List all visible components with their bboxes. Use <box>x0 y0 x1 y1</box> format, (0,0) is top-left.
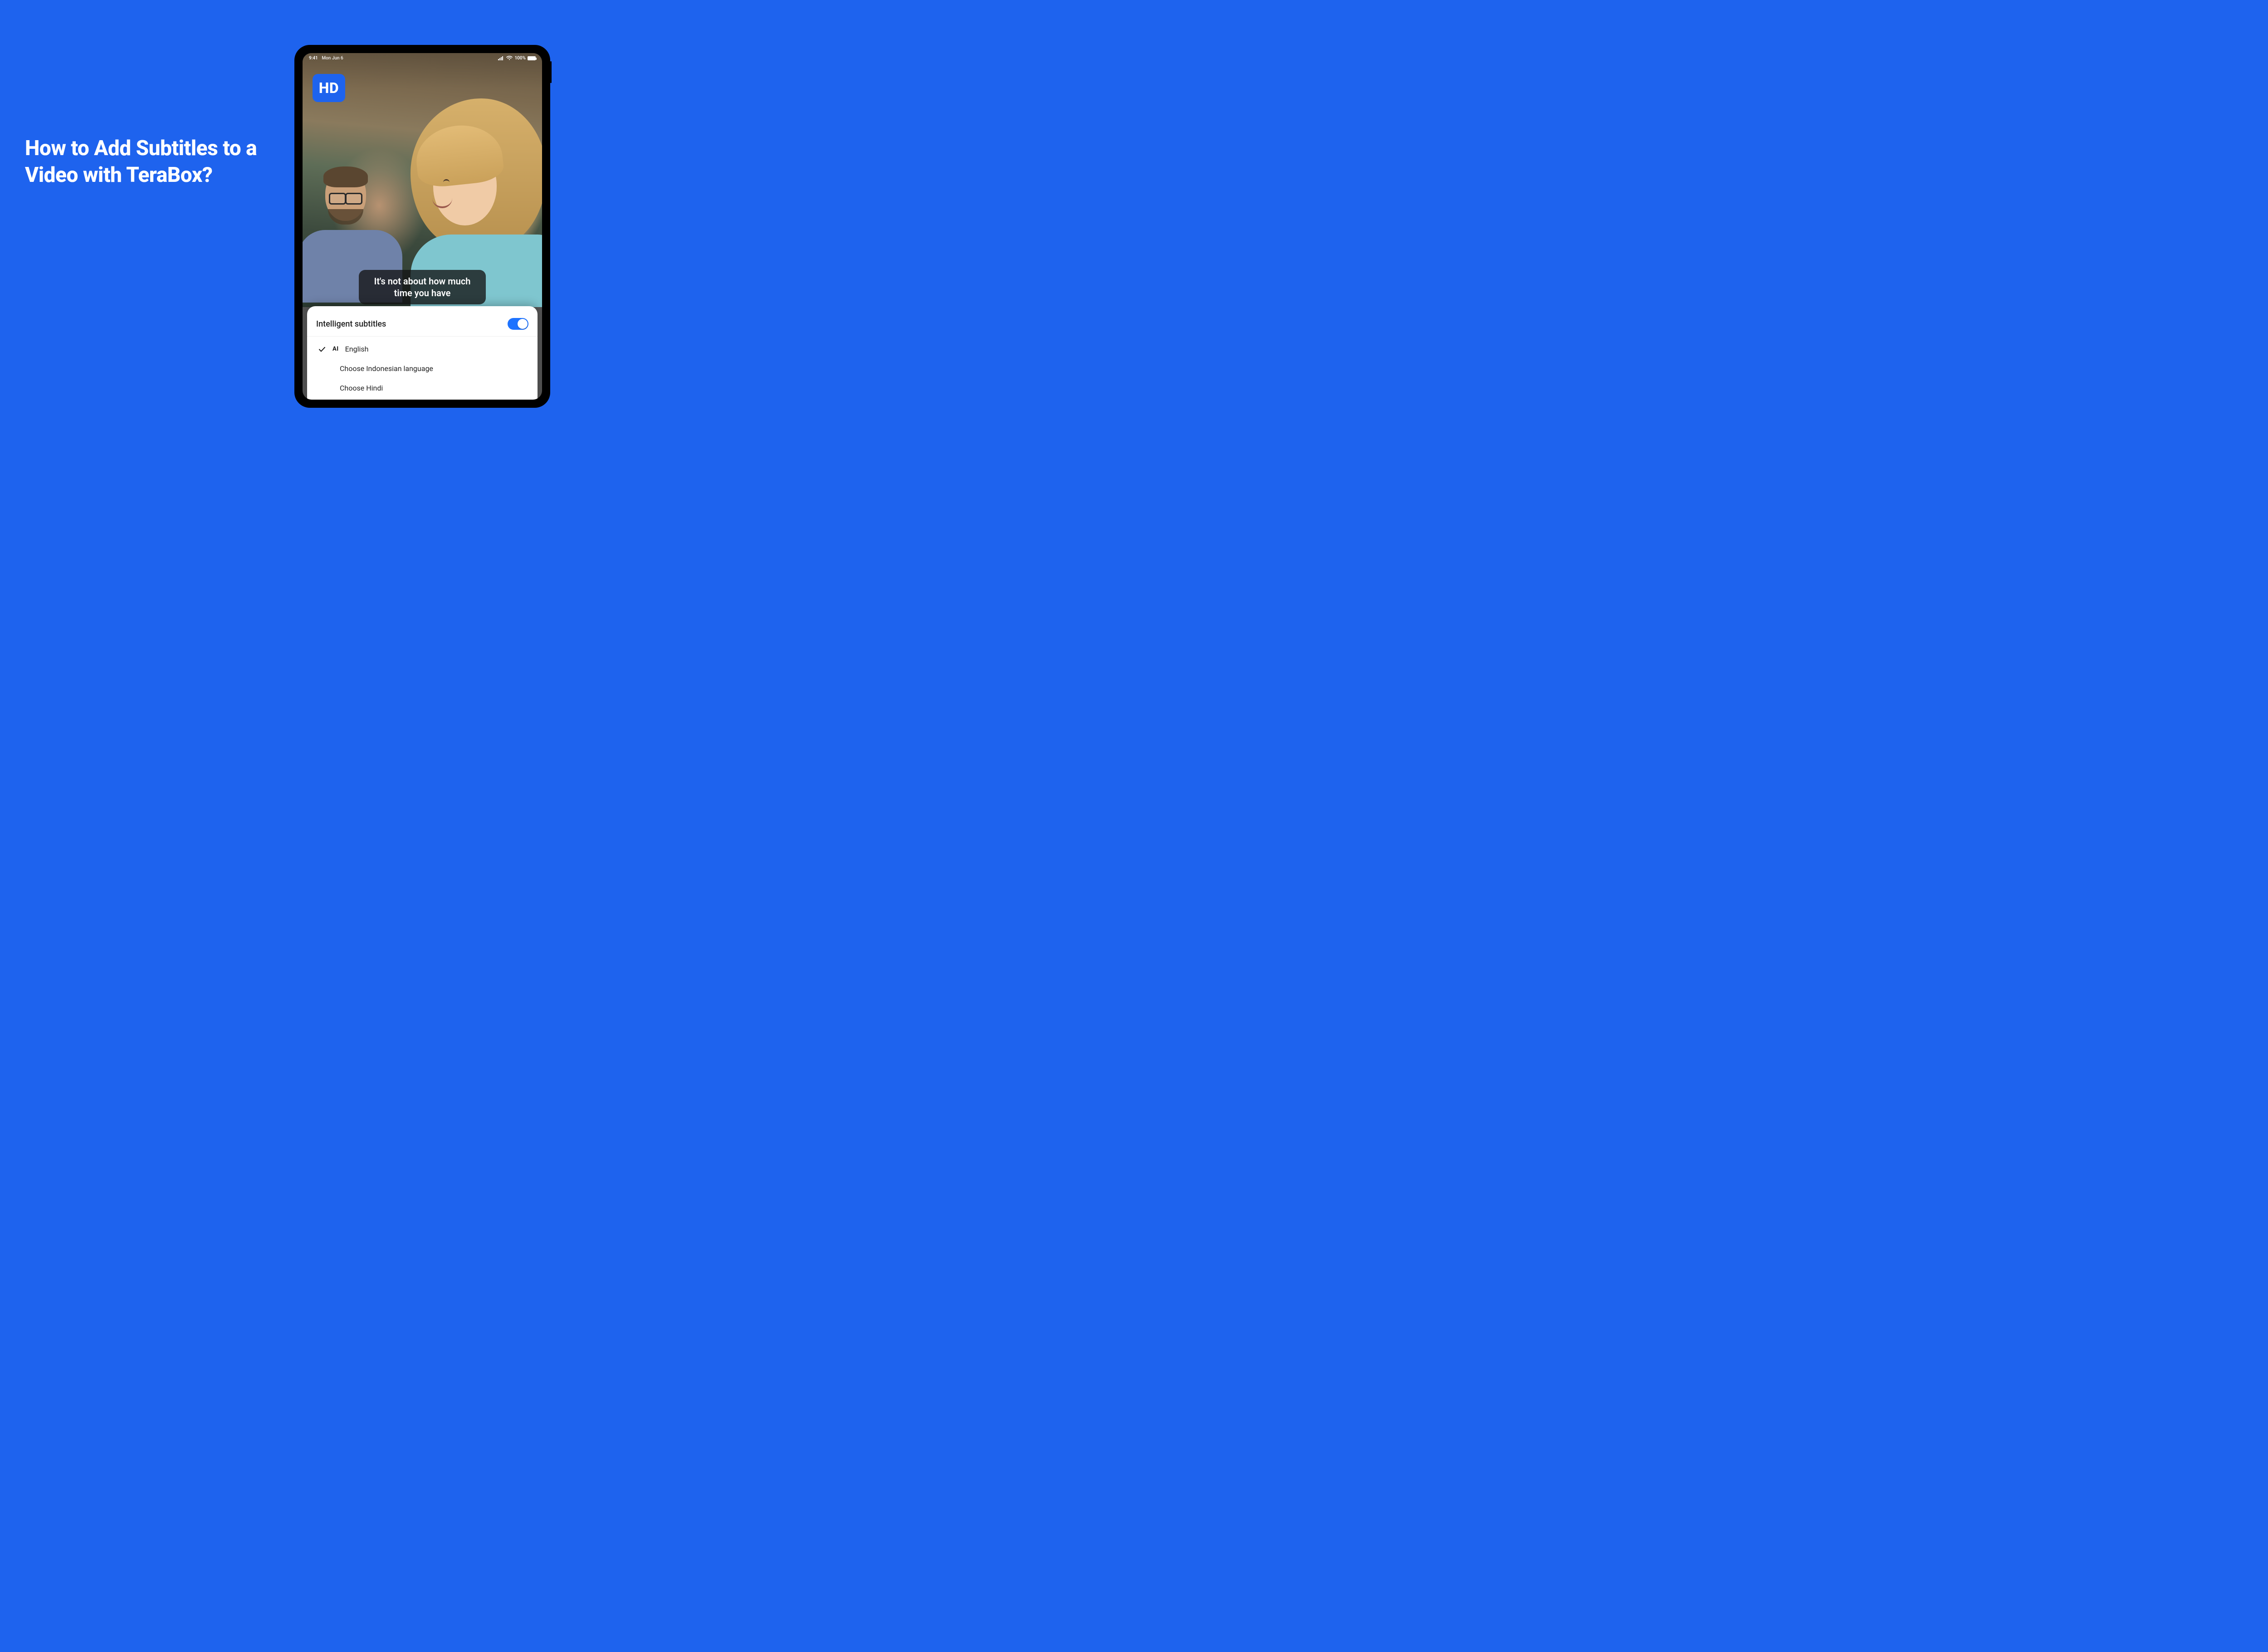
status-bar: 9:41 Mon Jun 6 100% <box>303 53 542 63</box>
subtitles-sheet: Intelligent subtitles AI English Ch <box>307 306 538 400</box>
subtitle-option-label: English <box>345 345 369 353</box>
subtitle-caption: It's not about how much time you have <box>359 270 486 304</box>
hd-badge[interactable]: HD <box>313 74 345 102</box>
subtitle-options-list: AI English Choose Indonesian language Ch… <box>307 337 538 400</box>
status-time: 9:41 <box>309 56 318 61</box>
subtitle-option-english[interactable]: AI English <box>307 339 538 359</box>
cellular-icon <box>498 56 504 60</box>
sheet-header: Intelligent subtitles <box>307 315 538 337</box>
status-bar-right: 100% <box>498 56 536 61</box>
subtitle-option-spanish[interactable]: Choose Spanish <box>307 398 538 400</box>
status-date: Mon Jun 6 <box>322 56 343 61</box>
subtitle-option-indonesian[interactable]: Choose Indonesian language <box>307 359 538 378</box>
battery-icon <box>528 56 536 60</box>
promo-stage: How to Add Subtitles to a Video with Ter… <box>0 0 614 406</box>
subtitle-option-hindi[interactable]: Choose Hindi <box>307 378 538 398</box>
subtitle-option-label: Choose Hindi <box>340 384 383 392</box>
promo-headline: How to Add Subtitles to a Video with Ter… <box>25 135 279 189</box>
check-icon <box>317 345 327 353</box>
status-bar-left: 9:41 Mon Jun 6 <box>309 56 343 61</box>
tablet-device-frame: 9:41 Mon Jun 6 100% HD <box>294 45 550 408</box>
wifi-icon <box>506 56 513 60</box>
status-battery-label: 100% <box>514 56 526 61</box>
subtitle-option-label: Choose Indonesian language <box>340 364 433 373</box>
intelligent-subtitles-toggle[interactable] <box>508 318 528 330</box>
tablet-screen: 9:41 Mon Jun 6 100% HD <box>303 53 542 400</box>
video-content-illustration <box>307 153 384 271</box>
ai-tag: AI <box>332 346 339 352</box>
sheet-title: Intelligent subtitles <box>316 319 386 329</box>
hd-badge-label: HD <box>319 79 339 97</box>
video-content-illustration <box>406 85 542 298</box>
toggle-knob <box>518 319 528 329</box>
